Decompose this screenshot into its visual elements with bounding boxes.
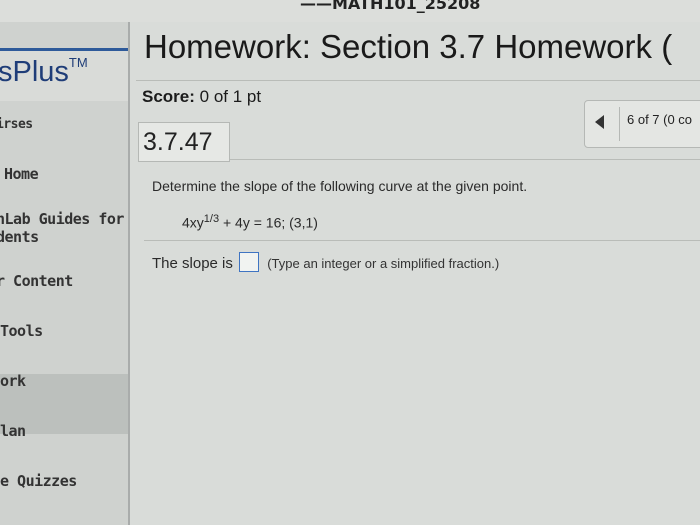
- equation-exponent: 1/3: [203, 213, 220, 225]
- sidebar-item-study-plan[interactable]: lan: [0, 422, 26, 440]
- answer-hint: (Type an integer or a simplified fractio…: [267, 256, 500, 271]
- question-number-box: 3.7.47: [138, 122, 230, 162]
- page-title: Homework: Section 3.7 Homework (: [144, 28, 673, 65]
- sidebar-item-homework[interactable]: ork: [0, 372, 26, 390]
- sidebar-item-guides-line2: dents: [0, 228, 39, 246]
- main-panel: Homework: Section 3.7 Homework ( Score: …: [130, 22, 700, 525]
- equation-base: 4xy: [182, 214, 204, 231]
- slope-answer-input[interactable]: [239, 252, 260, 272]
- title-divider: [136, 80, 700, 81]
- sidebar-item-home[interactable]: Home: [4, 165, 39, 183]
- question-divider: [144, 240, 700, 241]
- answer-row: The slope is (Type an integer or a simpl…: [152, 252, 499, 272]
- score-label: Score:: [142, 87, 195, 106]
- question-prompt: Determine the slope of the following cur…: [152, 178, 528, 194]
- sidebar-item-tools[interactable]: Tools: [0, 322, 43, 340]
- answer-prefix: The slope is: [152, 255, 233, 272]
- question-number: 3.7.47: [143, 128, 213, 156]
- sidebar-item-guides-line1: hLab Guides for: [0, 210, 124, 228]
- course-code: ——MATH101_25208: [300, 0, 481, 13]
- score-value: 0 of 1 pt: [194, 87, 262, 106]
- sidebar-item-content[interactable]: r Content: [0, 272, 73, 290]
- question-navigator-divider: [619, 107, 620, 141]
- sidebar-item-quizzes[interactable]: e Quizzes: [0, 472, 77, 490]
- question-position[interactable]: 6 of 7 (0 co: [627, 112, 692, 127]
- top-header-bar: ——MATH101_25208: [0, 0, 700, 23]
- brand-logo: sPlusTM: [0, 55, 88, 89]
- previous-question-icon[interactable]: [595, 115, 604, 129]
- brand-tm: TM: [68, 55, 88, 70]
- brand-name: sPlus: [0, 56, 69, 88]
- sidebar-item-courses[interactable]: irses: [0, 117, 33, 132]
- question-header-divider: [230, 159, 700, 160]
- score-line: Score: 0 of 1 pt: [142, 87, 261, 107]
- sidebar-item-guides[interactable]: hLab Guides for dents: [0, 210, 124, 246]
- question-navigator: 6 of 7 (0 co: [584, 100, 700, 148]
- equation-rest: + 4y = 16; (3,1): [219, 214, 318, 231]
- question-equation: 4xy1/3 + 4y = 16; (3,1): [182, 213, 318, 231]
